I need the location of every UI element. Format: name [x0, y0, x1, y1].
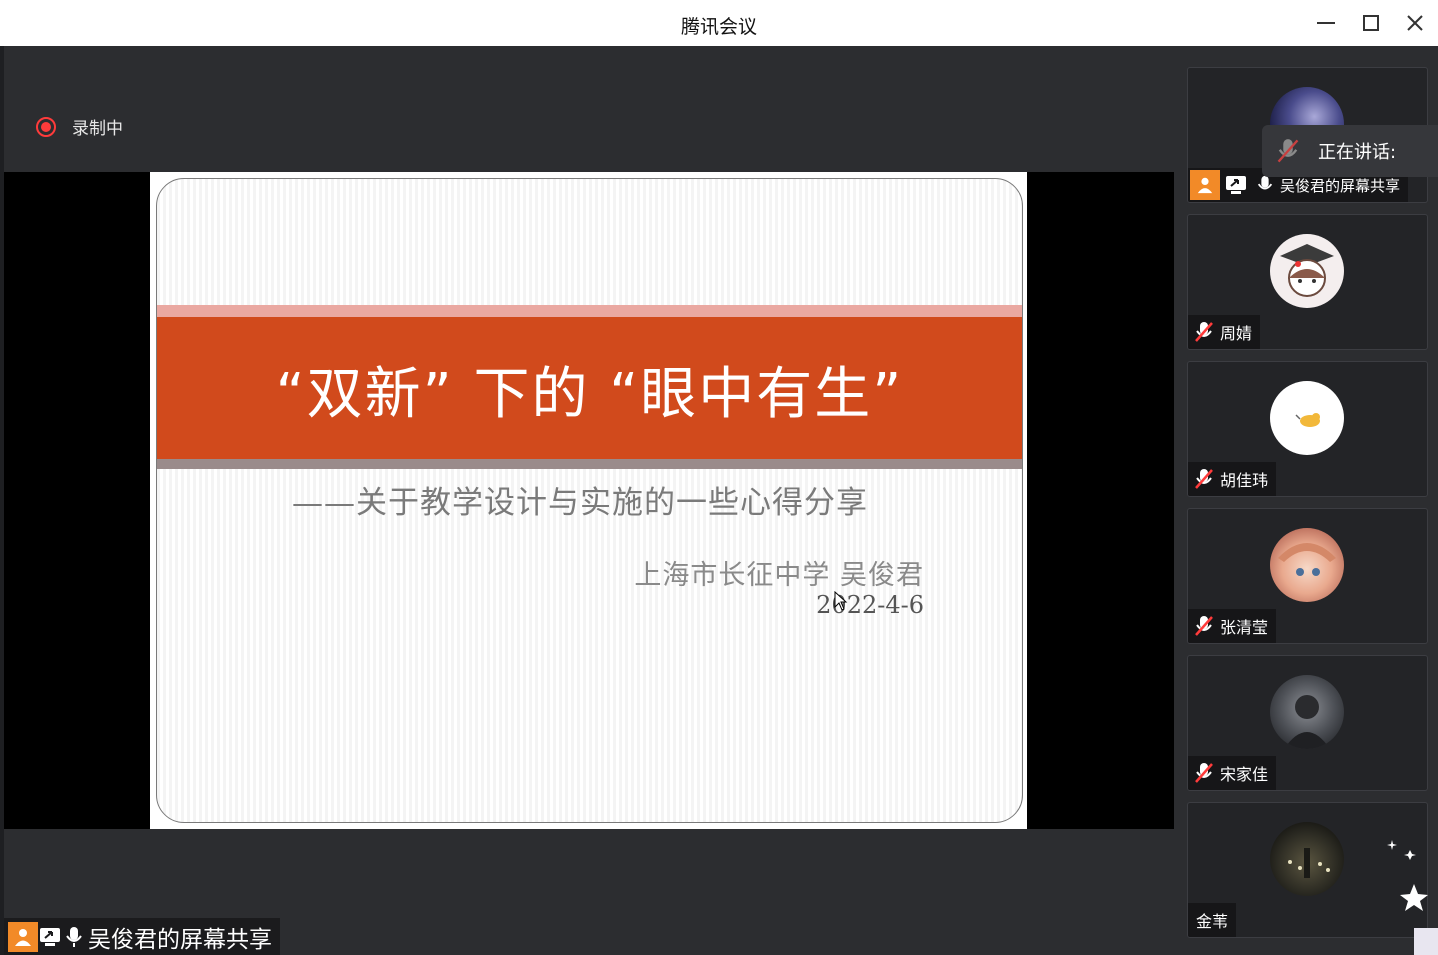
slide-date: 2022-4-6	[816, 591, 924, 619]
participant-tile[interactable]: 宋家佳	[1187, 655, 1428, 791]
minimize-icon	[1317, 22, 1335, 24]
mouse-cursor-icon	[834, 591, 848, 611]
microphone-muted-icon	[1195, 322, 1213, 342]
participant-name: 金苇	[1196, 912, 1229, 931]
microphone-muted-icon	[1195, 763, 1213, 783]
participant-name: 张清莹	[1220, 618, 1269, 637]
screen-share-icon	[1226, 176, 1246, 194]
screen-share-view[interactable]: “双新” 下的 “眼中有生” ——关于教学设计与实施的一些心得分享 上海市长征中…	[4, 172, 1174, 829]
screen-share-label: 吴俊君的屏幕共享	[4, 918, 280, 955]
recording-label: 录制中	[72, 119, 123, 139]
title-bar: 腾讯会议	[0, 0, 1438, 46]
sparkle-moon-icon	[1387, 838, 1438, 955]
maximize-icon	[1363, 15, 1379, 31]
participant-namebar: 胡佳玮	[1188, 462, 1277, 496]
slide-band-bottom	[157, 459, 1022, 469]
screen-share-icon	[38, 924, 62, 950]
close-button[interactable]	[1400, 8, 1430, 38]
minimize-button[interactable]	[1311, 8, 1341, 38]
share-label-text: 吴俊君的屏幕共享	[88, 926, 272, 953]
avatar	[1270, 234, 1344, 308]
slide-frame: “双新” 下的 “眼中有生” ——关于教学设计与实施的一些心得分享 上海市长征中…	[156, 178, 1023, 823]
slide-subtitle: ——关于教学设计与实施的一些心得分享	[292, 485, 868, 521]
close-icon	[1407, 15, 1423, 31]
microphone-muted-icon	[1195, 616, 1213, 636]
participant-namebar: 周婧	[1188, 315, 1261, 349]
microphone-muted-icon	[1195, 469, 1213, 489]
avatar	[1270, 822, 1344, 896]
microphone-icon	[62, 924, 86, 950]
participant-name: 宋家佳	[1220, 765, 1269, 784]
slide-author: 上海市长征中学 吴俊君	[634, 560, 924, 591]
main-stage: 录制中 “双新” 下的 “眼中有生” ——关于教学设计与实施的一些心得分享 上海…	[4, 46, 1174, 955]
recording-icon	[36, 116, 56, 137]
recording-indicator[interactable]: 录制中	[36, 114, 123, 139]
participant-namebar: 张清莹	[1188, 609, 1277, 643]
speaking-indicator: 正在讲话:	[1262, 125, 1438, 177]
participant-name: 胡佳玮	[1220, 471, 1269, 490]
maximize-button[interactable]	[1356, 8, 1386, 38]
participant-namebar: 金苇	[1188, 903, 1237, 937]
avatar	[1270, 381, 1344, 455]
participant-namebar: 宋家佳	[1188, 756, 1277, 790]
window-title: 腾讯会议	[680, 16, 757, 38]
presentation-slide: “双新” 下的 “眼中有生” ——关于教学设计与实施的一些心得分享 上海市长征中…	[150, 172, 1027, 829]
slide-band-top	[157, 305, 1022, 317]
microphone-muted-icon	[1277, 139, 1299, 163]
speaking-label: 正在讲话:	[1318, 142, 1397, 163]
participant-tile[interactable]: 张清莹	[1187, 508, 1428, 644]
avatar	[1270, 675, 1344, 749]
microphone-icon	[1257, 175, 1273, 190]
participant-name: 周婧	[1220, 324, 1253, 343]
participant-sidebar: 吴俊君的屏幕共享 周婧 胡佳玮 张清莹 宋家佳 金苇	[1174, 46, 1438, 955]
avatar	[1270, 528, 1344, 602]
host-person-icon	[8, 921, 38, 952]
participant-name: 吴俊君的屏幕共享	[1280, 176, 1401, 195]
participant-tile[interactable]: 周婧	[1187, 214, 1428, 350]
participant-tile[interactable]: 胡佳玮	[1187, 361, 1428, 497]
slide-title: “双新” 下的 “眼中有生”	[275, 362, 904, 427]
host-person-icon	[1190, 170, 1220, 200]
